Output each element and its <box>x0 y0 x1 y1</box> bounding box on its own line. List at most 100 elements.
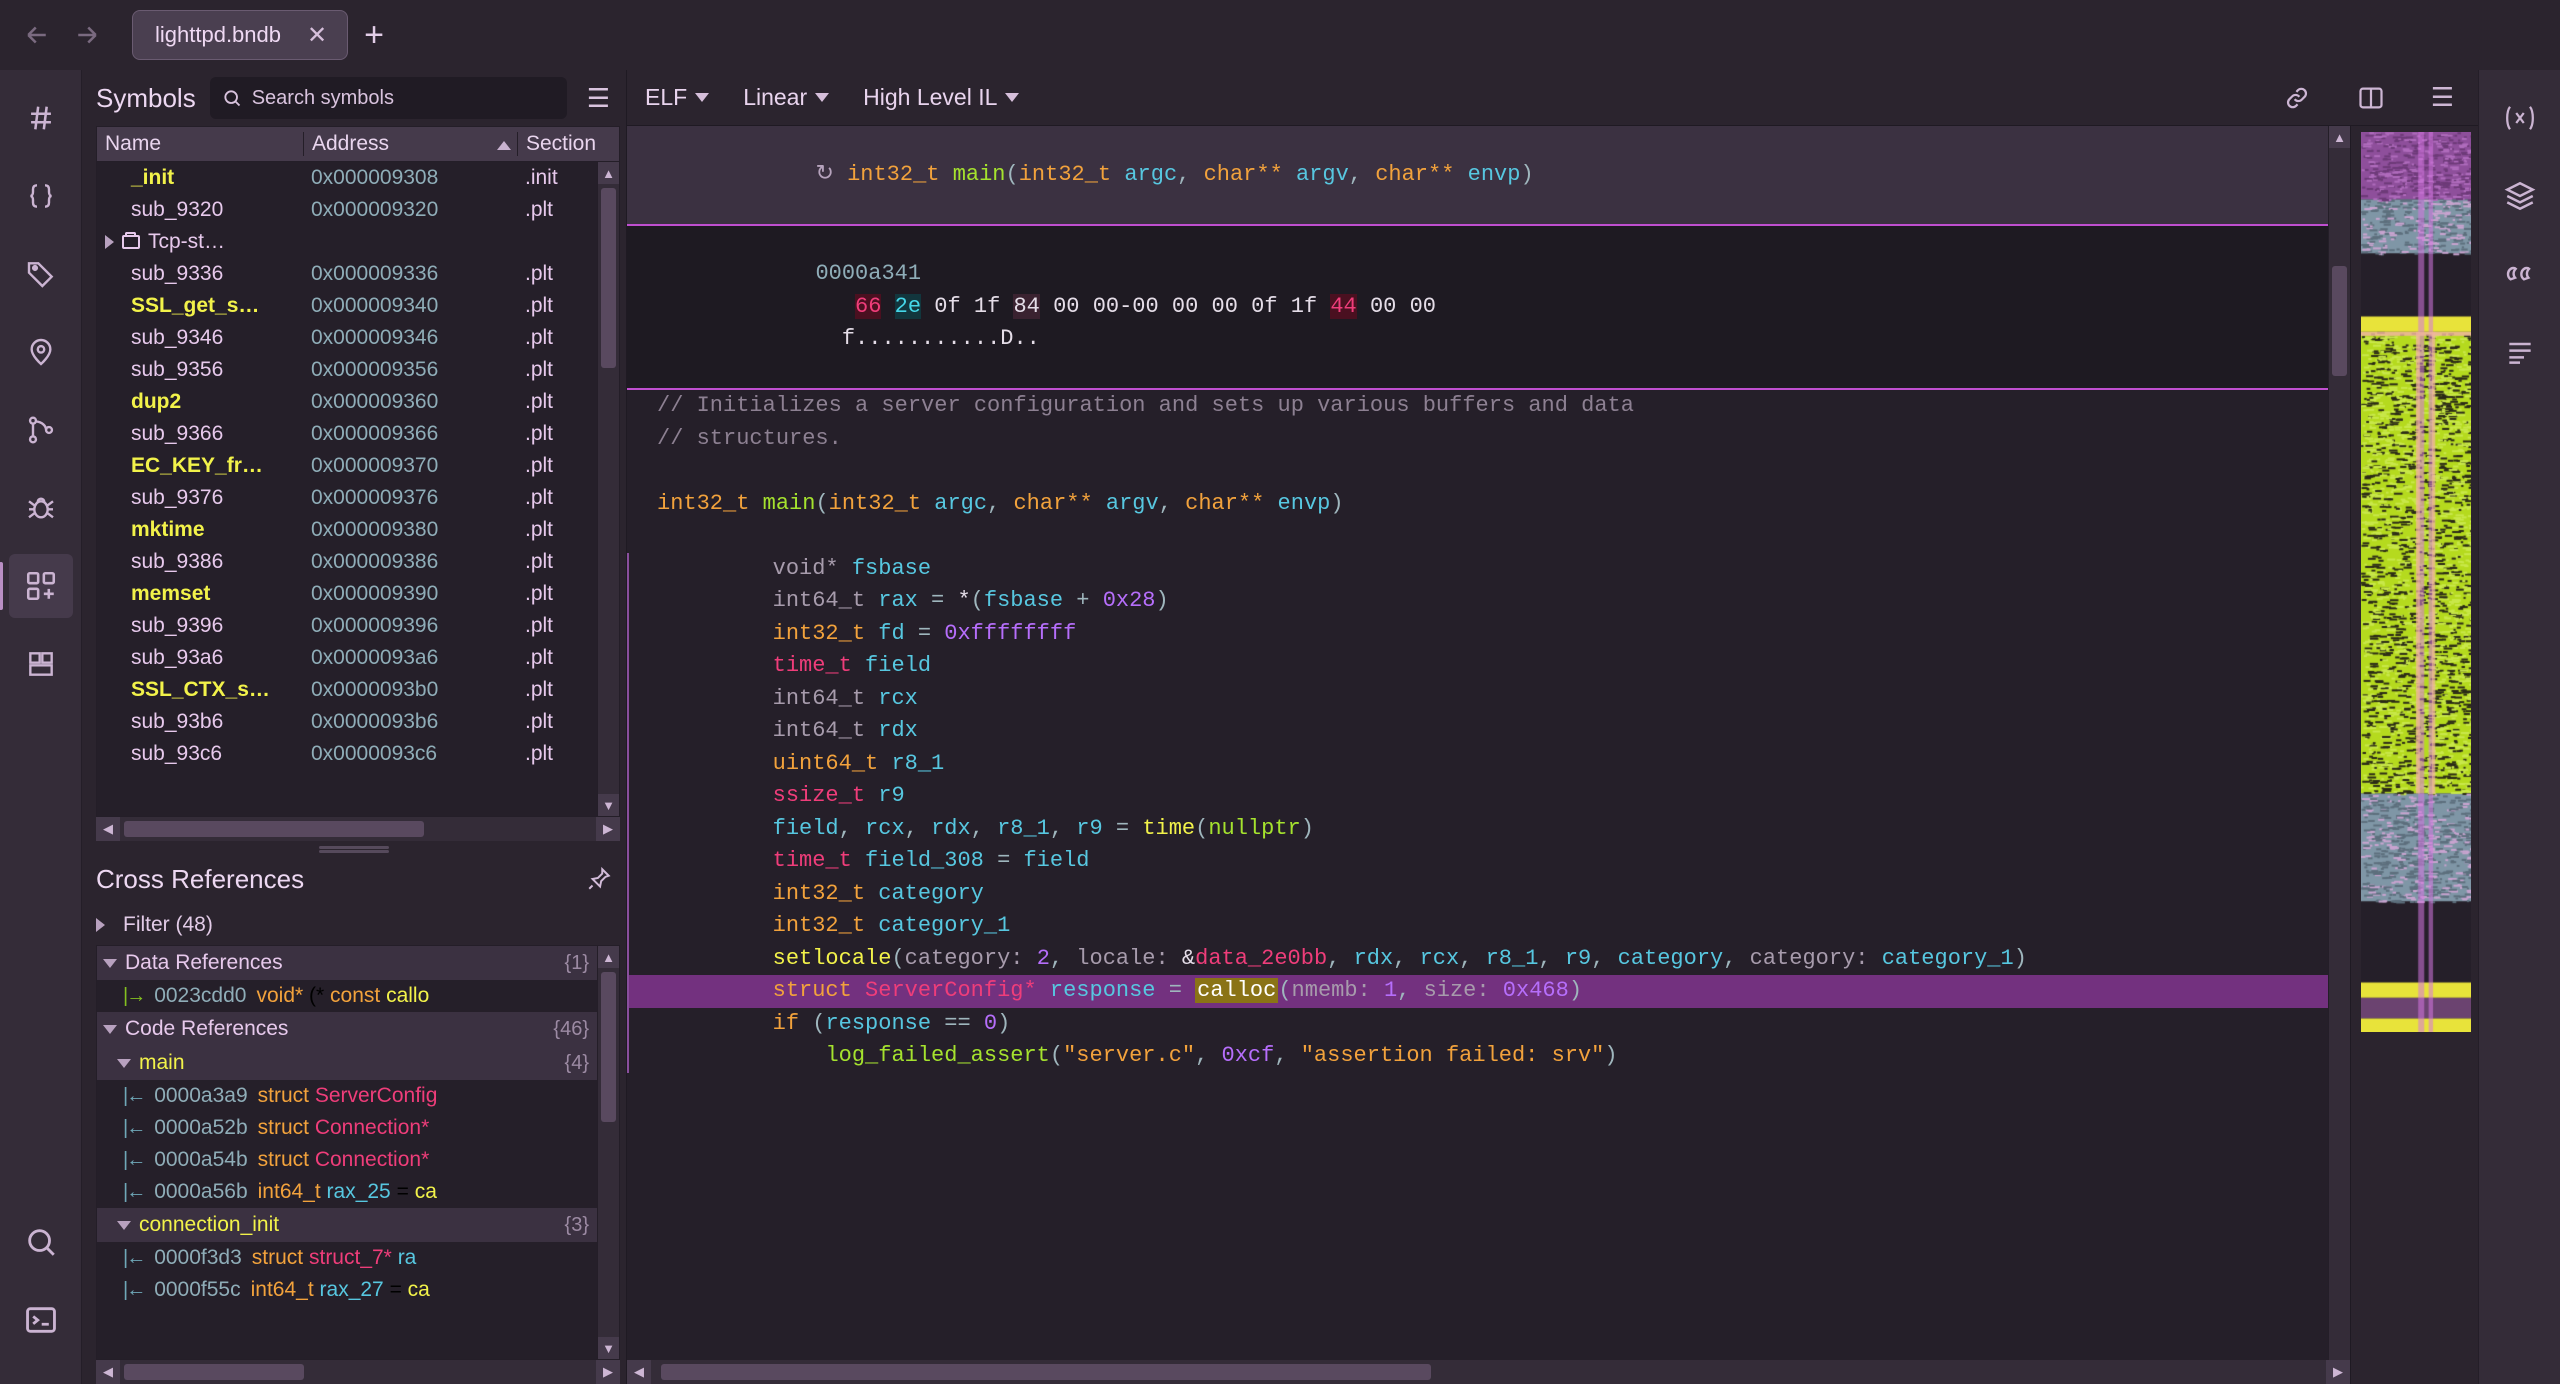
code-token[interactable]: fsbase <box>852 556 931 581</box>
symbol-name[interactable]: sub_9386 <box>97 550 303 574</box>
code-line[interactable]: setlocale(category: 2, locale: &data_2e0… <box>627 943 2350 976</box>
split-pane-icon[interactable] <box>2351 84 2391 112</box>
code-token[interactable]: * <box>957 588 970 613</box>
symbol-name[interactable]: Tcp-st… <box>97 230 303 254</box>
scroll-right-icon[interactable]: ▶ <box>596 1360 620 1384</box>
scroll-down-icon[interactable]: ▼ <box>598 794 619 816</box>
code-token[interactable]: category: <box>905 946 1037 971</box>
code-token[interactable]: ssize_t <box>773 783 879 808</box>
code-line[interactable]: int32_t fd = 0xffffffff <box>627 618 2350 651</box>
table-row[interactable]: sub_93460x000009346.plt <box>97 322 619 354</box>
scroll-up-icon[interactable]: ▲ <box>598 162 619 184</box>
code-token[interactable]: category <box>1618 946 1724 971</box>
hex-byte[interactable]: 00 <box>1212 294 1238 319</box>
code-token[interactable]: r8_1 <box>997 816 1050 841</box>
code-token[interactable]: fd <box>878 621 904 646</box>
code-token[interactable]: time_t <box>773 653 865 678</box>
terminal-icon[interactable] <box>9 1288 73 1352</box>
xref-row[interactable]: |→0023cdd0void* (* const callo <box>97 980 619 1012</box>
symbol-name[interactable]: SSL_CTX_s… <box>97 678 303 702</box>
scroll-left-icon[interactable]: ◀ <box>96 1360 120 1384</box>
code-token[interactable]: , <box>1050 946 1076 971</box>
code-line[interactable] <box>627 455 2350 488</box>
code-line[interactable]: int64_t rdx <box>627 715 2350 748</box>
code-token[interactable]: fsbase <box>984 588 1063 613</box>
code-line[interactable]: if (response == 0) <box>627 1008 2350 1041</box>
code-token[interactable]: int32_t <box>773 621 879 646</box>
scrollbar-thumb[interactable] <box>124 1364 304 1380</box>
code-token[interactable]: 2 <box>1037 946 1050 971</box>
code-token[interactable]: argv <box>1106 491 1159 516</box>
panel-splitter[interactable] <box>82 841 626 853</box>
code-line[interactable]: // structures. <box>627 423 2350 456</box>
code-token[interactable]: nullptr <box>1208 816 1300 841</box>
code-line[interactable]: int64_t rax = *(fsbase + 0x28) <box>627 585 2350 618</box>
table-row[interactable]: Tcp-st… <box>97 226 619 258</box>
code-line[interactable]: field, rcx, rdx, r8_1, r9 = time(nullptr… <box>627 813 2350 846</box>
signature-token[interactable]: char** <box>1204 162 1296 187</box>
code-token[interactable]: locale: <box>1076 946 1182 971</box>
code-token[interactable]: field_308 <box>865 848 984 873</box>
signature-token[interactable]: main <box>953 162 1006 187</box>
table-row[interactable]: sub_93960x000009396.plt <box>97 610 619 642</box>
code-token[interactable]: time_t <box>773 848 865 873</box>
back-button[interactable] <box>14 12 60 58</box>
code-token[interactable]: "assertion failed: srv" <box>1301 1043 1605 1068</box>
code-token[interactable]: , <box>1274 1043 1300 1068</box>
hex-byte[interactable]: 0f <box>1251 294 1277 319</box>
symbol-name[interactable]: memset <box>97 582 303 606</box>
scrollbar-thumb[interactable] <box>661 1364 1431 1380</box>
table-row[interactable]: sub_93860x000009386.plt <box>97 546 619 578</box>
code-token[interactable]: int64_t <box>773 686 879 711</box>
code-line-selected[interactable]: struct ServerConfig* response = calloc(n… <box>627 975 2350 1008</box>
code-line[interactable]: ssize_t r9 <box>627 780 2350 813</box>
xrefs-filter[interactable]: Filter (48) <box>96 905 620 945</box>
hex-byte[interactable]: 2e <box>895 294 921 319</box>
code-line[interactable]: // Initializes a server configuration an… <box>627 390 2350 423</box>
symbols-table-body[interactable]: _init0x000009308.initsub_93200x000009320… <box>96 162 620 817</box>
hex-byte[interactable]: 66 <box>855 294 881 319</box>
code-token[interactable]: ) <box>1156 588 1169 613</box>
code-line[interactable]: int32_t category_1 <box>627 910 2350 943</box>
symbol-name[interactable]: sub_9320 <box>97 198 303 222</box>
variables-icon[interactable] <box>2488 86 2552 150</box>
notes-icon[interactable] <box>2488 320 2552 384</box>
code-line[interactable]: uint64_t r8_1 <box>627 748 2350 781</box>
code-token[interactable]: , <box>987 491 1013 516</box>
symbol-name[interactable]: sub_93c6 <box>97 742 303 766</box>
code-token[interactable]: = <box>1156 978 1196 1003</box>
forward-button[interactable] <box>64 12 110 58</box>
symbols-icon[interactable] <box>9 86 73 150</box>
code-token[interactable]: , <box>1459 946 1485 971</box>
hex-byte[interactable]: 44 <box>1330 294 1356 319</box>
symbol-name[interactable]: sub_9336 <box>97 262 303 286</box>
code-token[interactable]: envp <box>1278 491 1331 516</box>
code-token[interactable]: int32_t <box>773 913 879 938</box>
code-token[interactable]: int64_t <box>773 588 879 613</box>
view-type-selector[interactable]: ELF <box>645 84 709 111</box>
symbols-horizontal-scrollbar[interactable]: ◀ ▶ <box>96 817 620 841</box>
code-token[interactable]: ) <box>1301 816 1314 841</box>
code-token[interactable]: = <box>984 848 1024 873</box>
code-line[interactable]: time_t field_308 = field <box>627 845 2350 878</box>
code-token[interactable]: 0 <box>984 1011 997 1036</box>
table-row[interactable]: dup20x000009360.plt <box>97 386 619 418</box>
raw-bytes-row[interactable]: 0000a341 66 2e 0f 1f 84 00 00-00 00 00 0… <box>627 226 2350 389</box>
code-token[interactable]: r9 <box>1565 946 1591 971</box>
code-token[interactable]: ) <box>1330 491 1343 516</box>
refresh-icon[interactable]: ↻ <box>815 162 847 187</box>
hex-byte[interactable]: 1f <box>974 294 1000 319</box>
linear-disassembly-pane[interactable]: ↻ int32_t main(int32_t argc, char** argv… <box>627 126 2350 1384</box>
xrefs-vertical-scrollbar[interactable]: ▲ ▼ <box>597 946 619 1359</box>
code-token[interactable]: data_2e0bb <box>1195 946 1327 971</box>
symbol-name[interactable]: mktime <box>97 518 303 542</box>
xref-section-group[interactable]: Data References{1} <box>97 946 619 980</box>
hex-byte[interactable]: 00 <box>1410 294 1436 319</box>
symbol-name[interactable]: _init <box>97 166 303 190</box>
code-token[interactable]: rdx <box>878 718 918 743</box>
table-row[interactable]: sub_93360x000009336.plt <box>97 258 619 290</box>
symbol-name[interactable]: sub_9366 <box>97 422 303 446</box>
hex-byte[interactable]: 1f <box>1291 294 1317 319</box>
code-token[interactable]: 0xcf <box>1222 1043 1275 1068</box>
code-token[interactable]: ( <box>812 1011 825 1036</box>
